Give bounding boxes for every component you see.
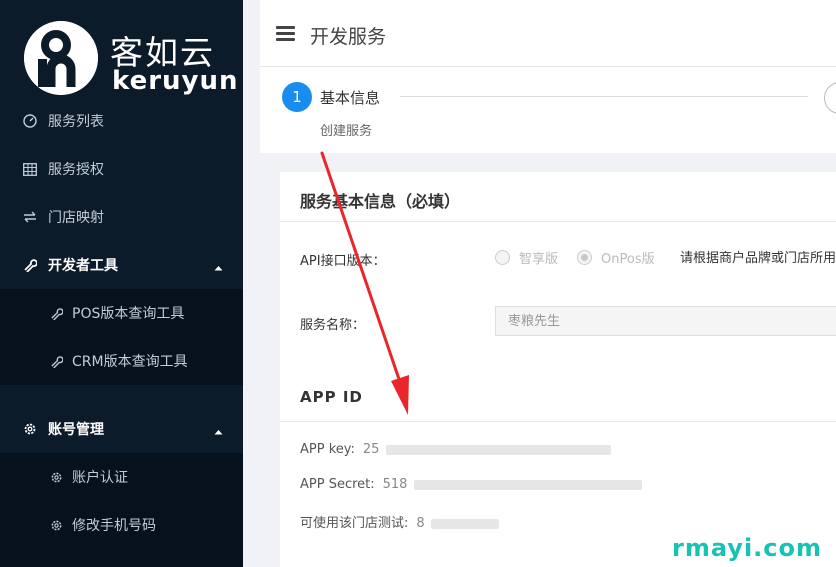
radio-circle [495,250,510,265]
sidebar-item-pos-version-tool[interactable]: POS版本查询工具 [0,289,243,337]
sidebar: 客如云 keruyun 服务列表 服务授权 门店映射 开发者工具 POS版本查询… [0,0,243,567]
account-submenu: 账户认证 修改手机号码 [0,453,243,567]
blurred-value [413,479,642,490]
api-version-hint: 请根据商户品牌或门店所用 [680,251,836,266]
app-id-title: APP ID [300,388,363,406]
sidebar-item-label: 服务授权 [48,162,104,178]
app-secret-value: 518 [382,477,408,492]
step-number: 1 [282,82,312,112]
chevron-up-icon [214,259,223,275]
sidebar-item-label: 门店映射 [48,210,104,226]
sidebar-item-label: POS版本查询工具 [72,306,185,322]
app-secret-row: APP Secret: 518 [300,477,642,492]
app-key-label: APP key: [300,442,355,457]
radio-label: 智享版 [519,252,559,267]
divider [280,221,836,222]
wrench-icon [48,353,64,369]
service-info-card: 服务基本信息（必填） API接口版本： 智享版 OnPos版 请根据商户品牌或门… [280,172,836,567]
gear-icon [48,469,64,485]
sidebar-item-label: 修改手机号码 [72,518,156,534]
sidebar-item-account-verify[interactable]: 账户认证 [0,453,243,501]
app-secret-label: APP Secret: [300,477,375,492]
wrench-icon [48,305,64,321]
chevron-up-icon [214,423,223,439]
gear-icon [22,421,38,437]
keruyun-logo[interactable]: 客如云 keruyun [22,18,238,98]
radio-circle-selected [577,250,592,265]
logo-text-en: keruyun [112,66,239,96]
step-subtitle: 创建服务 [320,124,373,139]
sidebar-item-account[interactable]: 账号管理 [0,405,243,453]
radio-zhixiang[interactable]: 智享版 [495,248,558,267]
sidebar-item-label: 账户认证 [72,470,128,486]
sidebar-item-crm-version-tool[interactable]: CRM版本查询工具 [0,337,243,385]
sidebar-item-dev-tools[interactable]: 开发者工具 [0,241,243,289]
radio-onpos[interactable]: OnPos版 [577,248,655,267]
top-header: 开发服务 [260,0,836,67]
app-key-row: APP key: 25 [300,442,611,457]
test-store-value: 8 [416,516,425,531]
dev-tools-submenu: POS版本查询工具 CRM版本查询工具 [0,289,243,385]
sidebar-item-label: 账号管理 [48,422,104,438]
sidebar-item-label: 开发者工具 [48,258,118,274]
app-key-value: 25 [362,442,380,457]
step-indicator: 1 基本信息 创建服务 [260,67,836,153]
watermark: rmayi.com [672,534,823,562]
blurred-value [430,518,499,529]
next-step-circle [824,82,836,114]
logo-mark-icon [24,21,98,95]
sidebar-item-label: CRM版本查询工具 [72,354,188,370]
gear-icon [48,517,64,533]
grid-icon [22,161,38,177]
page-title: 开发服务 [310,26,387,48]
test-store-label: 可使用该门店测试: [300,516,409,531]
test-store-row: 可使用该门店测试: 8 [300,512,499,531]
sidebar-item-change-phone[interactable]: 修改手机号码 [0,501,243,549]
divider [280,421,836,422]
step-title: 基本信息 [320,89,381,107]
wrench-icon [22,257,38,273]
menu-toggle-icon[interactable] [276,26,295,41]
section-title: 服务基本信息（必填） [300,192,461,211]
gauge-icon [22,113,38,129]
service-name-label: 服务名称： [300,318,366,333]
service-name-input[interactable] [495,306,836,336]
step-connector [400,96,808,97]
sidebar-item-label: 服务列表 [48,114,104,130]
swap-icon [22,209,38,225]
api-version-label: API接口版本： [300,254,386,269]
radio-label: OnPos版 [601,252,655,267]
sidebar-item-service-auth[interactable]: 服务授权 [0,145,243,193]
sidebar-item-store-mapping[interactable]: 门店映射 [0,193,243,241]
sidebar-item-service-list[interactable]: 服务列表 [0,97,243,145]
blurred-value [385,444,611,455]
